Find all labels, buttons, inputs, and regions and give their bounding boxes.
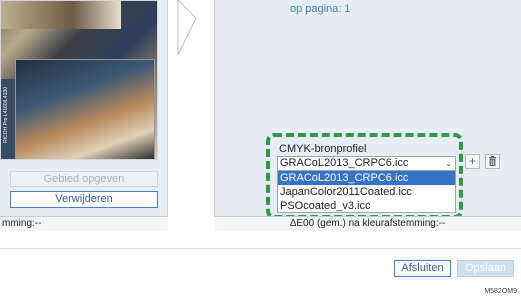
delete-profile-button[interactable] (485, 154, 500, 169)
page-preview[interactable]: RICOH Pro L4160/L4130 (0, 0, 158, 160)
close-button[interactable]: Afsluiten (394, 260, 451, 277)
delete-button[interactable]: Verwijderen (10, 191, 158, 208)
left-status-text: mming:-- (0, 216, 168, 231)
plus-icon: + (468, 154, 476, 168)
divider (0, 248, 521, 249)
add-profile-button[interactable]: + (465, 154, 480, 169)
specify-area-button[interactable]: Gebied opgeven (10, 171, 158, 187)
preview-image-strip: RICOH Pro L4160/L4130 (1, 79, 15, 159)
preview-image-photo (15, 59, 155, 159)
page-indicator: op pagina: 1 (290, 3, 351, 15)
preview-caption: RICOH Pro L4160/L4130 (3, 87, 9, 143)
trash-icon (489, 156, 496, 166)
document-code: M582OM9 (484, 288, 517, 295)
preview-panel: RICOH Pro L4160/L4130 Gebied opgeven Ver… (0, 0, 168, 231)
panel-arrow-icon (177, 0, 197, 56)
highlight-frame (266, 133, 463, 219)
save-button[interactable]: Opslaan (457, 260, 514, 277)
preview-image-top (1, 1, 121, 29)
right-status-text: ΔE00 (gem.) na kleurafstemming:-- (214, 216, 521, 231)
